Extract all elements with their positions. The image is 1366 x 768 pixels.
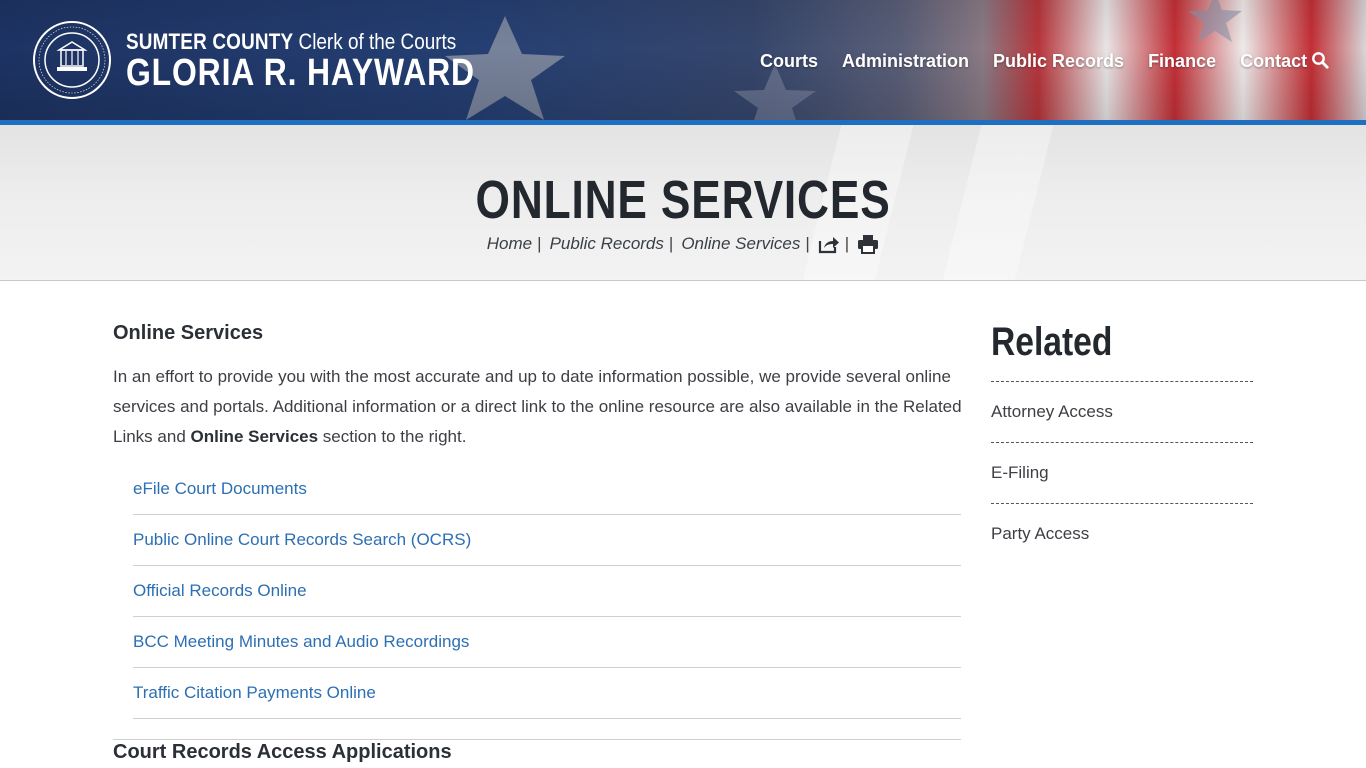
breadcrumb-online-services[interactable]: Online Services [681, 234, 800, 254]
search-icon[interactable] [1311, 51, 1329, 69]
nav-public-records[interactable]: Public Records [993, 51, 1124, 72]
related-party-access[interactable]: Party Access [991, 524, 1089, 544]
list-item: Official Records Online [133, 566, 961, 617]
intro-bold-text: Online Services [190, 427, 319, 446]
related-attorney-access[interactable]: Attorney Access [991, 402, 1113, 422]
list-item: eFile Court Documents [133, 464, 961, 515]
intro-paragraph: In an effort to provide you with the mos… [113, 362, 963, 452]
page-title-band: ONLINE SERVICES Home | Public Records | … [0, 125, 1366, 281]
breadcrumb-public-records[interactable]: Public Records [550, 234, 664, 254]
list-item: Attorney Access [991, 381, 1253, 442]
nav-finance[interactable]: Finance [1148, 51, 1216, 72]
brand-name[interactable]: GLORIA R. HAYWARD [126, 52, 475, 94]
main-nav: Courts Administration Public Records Fin… [760, 48, 1331, 74]
list-item: BCC Meeting Minutes and Audio Recordings [133, 617, 961, 668]
breadcrumb-separator: | [668, 234, 674, 253]
site-header: SUMTER COUNTY Clerk of the Courts GLORIA… [0, 0, 1366, 120]
related-e-filing[interactable]: E-Filing [991, 463, 1049, 483]
link-official-records-online[interactable]: Official Records Online [133, 581, 307, 601]
list-item: Party Access [991, 503, 1253, 564]
nav-administration[interactable]: Administration [842, 51, 969, 72]
section-divider [113, 739, 961, 740]
breadcrumb-separator: | [537, 234, 542, 253]
intro-text-end: section to the right. [318, 427, 467, 446]
breadcrumb-separator: | [805, 234, 810, 253]
page-title: ONLINE SERVICES [475, 170, 891, 230]
list-item: Traffic Citation Payments Online [133, 668, 961, 719]
county-seal-logo[interactable] [32, 20, 112, 100]
related-list: Attorney Access E-Filing Party Access [991, 381, 1253, 564]
breadcrumb-home[interactable]: Home [487, 234, 532, 254]
nav-courts[interactable]: Courts [760, 51, 818, 72]
list-item: Public Online Court Records Search (OCRS… [133, 515, 961, 566]
court-records-access-heading: Court Records Access Applications [113, 741, 452, 763]
link-efile-court-documents[interactable]: eFile Court Documents [133, 479, 307, 499]
share-icon[interactable] [818, 234, 840, 254]
link-bcc-meeting-minutes[interactable]: BCC Meeting Minutes and Audio Recordings [133, 632, 469, 652]
online-services-list: eFile Court Documents Public Online Cour… [133, 464, 961, 719]
brand-county: SUMTER COUNTY [126, 29, 294, 54]
nav-contact[interactable]: Contact [1240, 51, 1307, 72]
brand-clerk-title: Clerk of the Courts [298, 29, 457, 54]
link-traffic-citation-payments[interactable]: Traffic Citation Payments Online [133, 683, 376, 703]
print-icon[interactable] [857, 234, 879, 254]
breadcrumb-separator: | [844, 234, 850, 253]
list-item: E-Filing [991, 442, 1253, 503]
link-ocrs-search[interactable]: Public Online Court Records Search (OCRS… [133, 530, 471, 550]
related-title: Related [991, 320, 1113, 364]
breadcrumb: Home | Public Records | Online Services … [0, 232, 1366, 256]
content-heading: Online Services [113, 322, 264, 344]
